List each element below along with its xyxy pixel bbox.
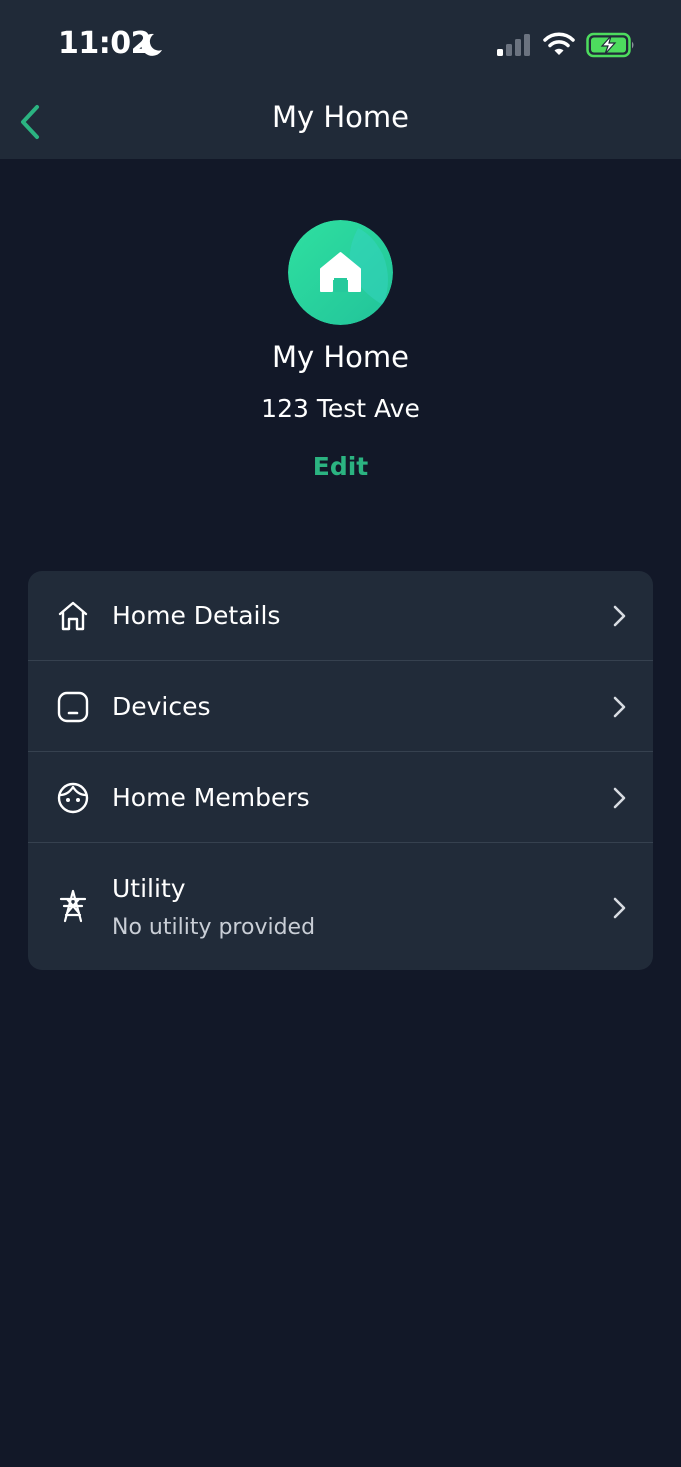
menu-item-devices[interactable]: Devices: [28, 661, 653, 752]
settings-card: Home Details Devices Home Members Utilit…: [28, 571, 653, 970]
moon-icon: [141, 33, 162, 56]
menu-item-home-members[interactable]: Home Members: [28, 752, 653, 843]
menu-item-label: Devices: [112, 692, 211, 721]
chevron-right-icon: [613, 605, 626, 627]
menu-item-label: Utility: [112, 874, 186, 903]
menu-item-home-details[interactable]: Home Details: [28, 571, 653, 661]
menu-item-sublabel: No utility provided: [112, 915, 316, 940]
home-avatar: [288, 220, 393, 325]
battery-charging-icon: [586, 32, 634, 58]
device-icon: [57, 691, 89, 723]
members-face-icon: [57, 782, 89, 814]
edit-button[interactable]: Edit: [290, 452, 391, 481]
top-bar: [0, 0, 681, 159]
page-title: My Home: [271, 100, 410, 134]
chevron-right-icon: [613, 897, 626, 919]
chevron-right-icon: [613, 787, 626, 809]
wifi-icon: [543, 32, 575, 55]
home-name: My Home: [271, 340, 410, 374]
menu-item-utility[interactable]: Utility No utility provided: [28, 843, 653, 970]
signal-icon: [497, 34, 530, 56]
home-address: 123 Test Ave: [261, 394, 420, 423]
house-icon: [288, 220, 393, 325]
utility-tower-icon: [59, 889, 87, 923]
chevron-right-icon: [613, 696, 626, 718]
menu-item-label: Home Members: [112, 783, 310, 812]
menu-item-label: Home Details: [112, 601, 281, 630]
home-outline-icon: [58, 601, 88, 631]
